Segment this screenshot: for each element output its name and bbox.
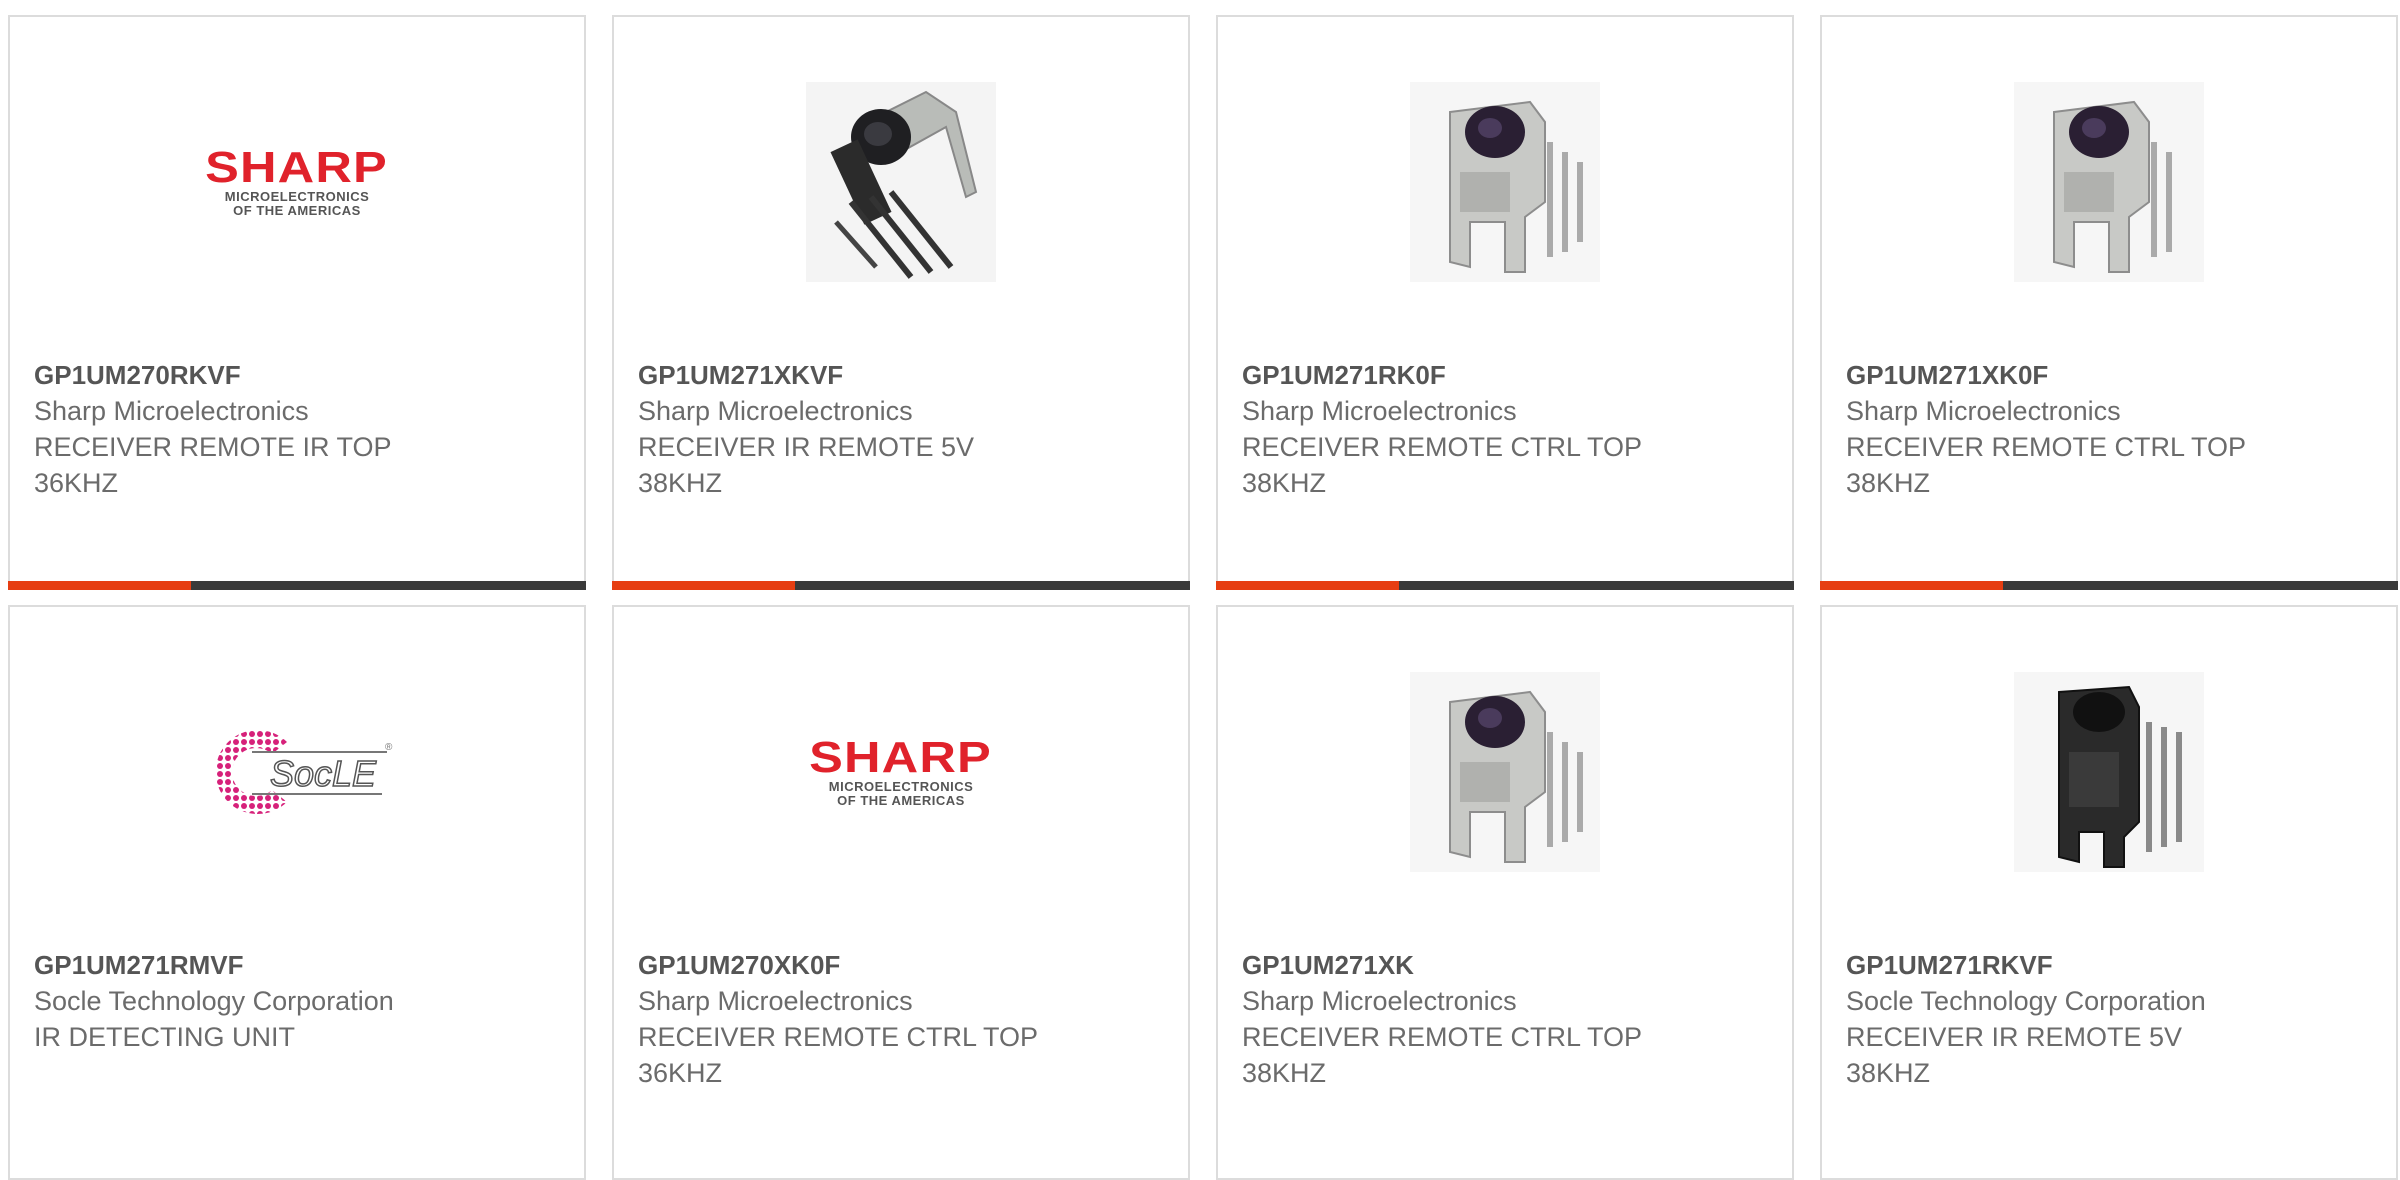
product-card[interactable]: SHARP MICROELECTRONICS OF THE AMERICAS G… bbox=[8, 15, 586, 590]
card-accent-bar bbox=[1820, 581, 2003, 590]
product-image: SocLE ® bbox=[10, 667, 584, 877]
product-grid: SHARP MICROELECTRONICS OF THE AMERICAS G… bbox=[8, 15, 2400, 1180]
product-image: SHARP MICROELECTRONICS OF THE AMERICAS bbox=[10, 77, 584, 287]
ir-receiver-photo bbox=[2014, 82, 2204, 282]
description: IR DETECTING UNIT bbox=[34, 1022, 295, 1052]
description: RECEIVER IR REMOTE 5V 38KHZ bbox=[638, 432, 975, 498]
socle-logo: SocLE ® bbox=[192, 722, 402, 822]
card-accent-bar bbox=[8, 581, 191, 590]
sharp-logo-subline: OF THE AMERICAS bbox=[837, 793, 965, 808]
description: RECEIVER REMOTE CTRL TOP 36KHZ bbox=[638, 1022, 1039, 1088]
manufacturer: Socle Technology Corporation bbox=[34, 986, 394, 1016]
card-accent-bar bbox=[1216, 581, 1399, 590]
product-image bbox=[1218, 77, 1792, 287]
manufacturer: Sharp Microelectronics bbox=[1242, 986, 1517, 1016]
description: RECEIVER REMOTE CTRL TOP 38KHZ bbox=[1846, 432, 2247, 498]
part-number[interactable]: GP1UM271XK bbox=[1242, 947, 1768, 983]
product-card[interactable]: GP1UM271XK0F Sharp Microelectronics RECE… bbox=[1820, 15, 2398, 590]
part-number[interactable]: GP1UM270RKVF bbox=[34, 357, 560, 393]
product-image bbox=[1218, 667, 1792, 877]
product-card[interactable]: GP1UM271RKVF Socle Technology Corporatio… bbox=[1820, 605, 2398, 1180]
manufacturer: Sharp Microelectronics bbox=[638, 986, 913, 1016]
manufacturer: Sharp Microelectronics bbox=[638, 396, 913, 426]
description: RECEIVER REMOTE IR TOP 36KHZ bbox=[34, 432, 392, 498]
ir-receiver-photo bbox=[1410, 82, 1600, 282]
manufacturer: Sharp Microelectronics bbox=[1846, 396, 2121, 426]
card-bottom-bar bbox=[612, 581, 1190, 590]
sharp-logo: SHARP MICROELECTRONICS OF THE AMERICAS bbox=[786, 736, 1016, 808]
socle-logo-word: SocLE bbox=[270, 753, 377, 794]
description: RECEIVER REMOTE CTRL TOP 38KHZ bbox=[1242, 432, 1643, 498]
ir-receiver-photo bbox=[806, 82, 996, 282]
product-card[interactable]: SocLE ® GP1UM271RMVF Socle Technology Co… bbox=[8, 605, 586, 1180]
part-number[interactable]: GP1UM271RK0F bbox=[1242, 357, 1768, 393]
sharp-logo: SHARP MICROELECTRONICS OF THE AMERICAS bbox=[182, 146, 412, 218]
ir-receiver-photo bbox=[2014, 672, 2204, 872]
sharp-logo-subline: OF THE AMERICAS bbox=[233, 203, 361, 218]
manufacturer: Sharp Microelectronics bbox=[1242, 396, 1517, 426]
sharp-logo-subline: MICROELECTRONICS bbox=[224, 189, 370, 204]
product-card[interactable]: SHARP MICROELECTRONICS OF THE AMERICAS G… bbox=[612, 605, 1190, 1180]
product-card[interactable]: GP1UM271RK0F Sharp Microelectronics RECE… bbox=[1216, 15, 1794, 590]
card-accent-bar bbox=[612, 581, 795, 590]
sharp-logo-subline: MICROELECTRONICS bbox=[828, 779, 974, 794]
part-number[interactable]: GP1UM271XK0F bbox=[1846, 357, 2372, 393]
part-number[interactable]: GP1UM271RMVF bbox=[34, 947, 560, 983]
sharp-logo-word: SHARP bbox=[809, 733, 993, 782]
part-number[interactable]: GP1UM270XK0F bbox=[638, 947, 1164, 983]
product-image: SHARP MICROELECTRONICS OF THE AMERICAS bbox=[614, 667, 1188, 877]
product-image bbox=[1822, 667, 2396, 877]
card-bottom-bar bbox=[1820, 581, 2398, 590]
product-card[interactable]: GP1UM271XKVF Sharp Microelectronics RECE… bbox=[612, 15, 1190, 590]
ir-receiver-photo bbox=[1410, 672, 1600, 872]
card-bottom-bar bbox=[1216, 581, 1794, 590]
sharp-logo-word: SHARP bbox=[205, 143, 389, 192]
description: RECEIVER REMOTE CTRL TOP 38KHZ bbox=[1242, 1022, 1643, 1088]
product-image bbox=[614, 77, 1188, 287]
product-card[interactable]: GP1UM271XK Sharp Microelectronics RECEIV… bbox=[1216, 605, 1794, 1180]
svg-text:®: ® bbox=[385, 742, 393, 753]
part-number[interactable]: GP1UM271XKVF bbox=[638, 357, 1164, 393]
manufacturer: Socle Technology Corporation bbox=[1846, 986, 2206, 1016]
product-image bbox=[1822, 77, 2396, 287]
part-number[interactable]: GP1UM271RKVF bbox=[1846, 947, 2372, 983]
manufacturer: Sharp Microelectronics bbox=[34, 396, 309, 426]
card-bottom-bar bbox=[8, 581, 586, 590]
description: RECEIVER IR REMOTE 5V 38KHZ bbox=[1846, 1022, 2183, 1088]
